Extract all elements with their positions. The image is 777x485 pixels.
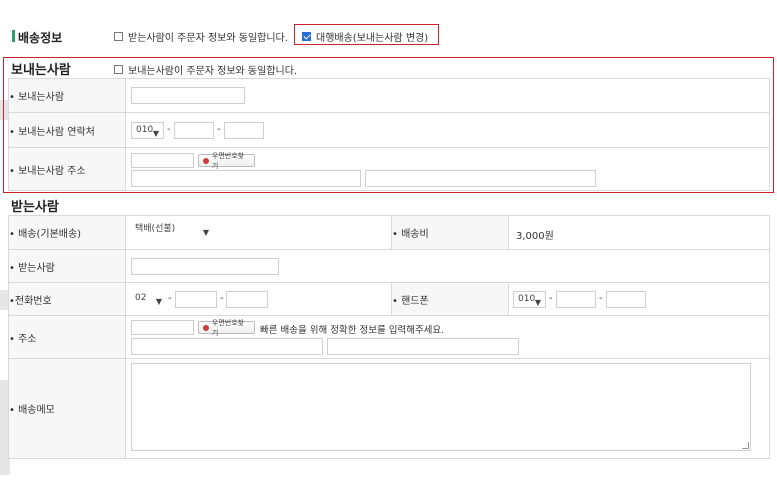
sender-zip-button-label: 우편번호찾기: [211, 151, 245, 170]
receiver-zip-button-label: 우편번호찾기: [211, 318, 245, 337]
dash: -: [168, 293, 172, 304]
delivery-title: 배송정보: [18, 31, 63, 45]
chevron-down-icon: ▼: [152, 129, 159, 138]
table-row: • 배송(기본배송) 택배(선불) ▼ • 배송비 3,000원: [8, 215, 770, 250]
shipping-fee-cell: 3,000원: [508, 215, 770, 250]
sender-phone-last-input[interactable]: [224, 122, 264, 139]
memo-cell: [125, 358, 770, 459]
sender-phone-prefix-select[interactable]: 010 ▼: [131, 122, 164, 139]
address-hint: 빠른 배송을 위해 정확한 정보를 입력해주세요.: [260, 325, 445, 336]
shipping-fee-value: 3,000원: [516, 231, 554, 242]
address-cell: 우편번호찾기 빠른 배송을 위해 정확한 정보를 입력해주세요.: [125, 315, 770, 359]
receiver-zip-input[interactable]: [131, 320, 194, 335]
sender-address-label: • 보내는사람 주소: [8, 147, 126, 191]
receiver-address-detail-input[interactable]: [327, 338, 519, 355]
sender-same-label: 보내는사람이 주문자 정보와 동일합니다.: [128, 66, 298, 77]
sender-zip-button[interactable]: 우편번호찾기: [198, 152, 255, 170]
section-marker: [12, 30, 15, 42]
sender-phone-prefix-value: 010: [136, 125, 154, 135]
mobile-mid-input[interactable]: [556, 291, 596, 308]
dash: -: [220, 293, 224, 304]
sender-title-text: 보내는사람: [11, 63, 71, 78]
resize-grip-icon[interactable]: [742, 442, 749, 449]
chevron-down-icon: ▼: [202, 228, 209, 237]
table-row: • 보내는사람 주소 우편번호찾기: [8, 147, 770, 191]
shipping-method-select[interactable]: 택배(선불) ▼: [131, 222, 213, 239]
table-row: • 받는사람: [8, 249, 770, 283]
proxy-delivery-checkbox[interactable]: 대행배송(보내는사람 변경): [302, 29, 428, 44]
mobile-last-input[interactable]: [606, 291, 646, 308]
tel-last-input[interactable]: [226, 291, 268, 308]
receiver-table: • 배송(기본배송) 택배(선불) ▼ • 배송비 3,000원 • 받는사람 …: [8, 215, 770, 459]
receiver-name-cell: [125, 249, 770, 283]
tel-cell: 02 ▼ - -: [125, 282, 392, 316]
receiver-name-label: • 받는사람: [8, 249, 126, 283]
mobile-cell: 010 ▼ - -: [508, 282, 770, 316]
tel-prefix-value: 02: [135, 293, 147, 303]
mobile-prefix-value: 010: [518, 294, 536, 304]
memo-label: • 배송메모: [8, 358, 126, 459]
sender-name-label: • 보내는사람: [8, 78, 126, 113]
receiver-title: 받는사람: [11, 196, 59, 217]
sender-zip-input[interactable]: [131, 153, 194, 168]
mobile-prefix-select[interactable]: 010 ▼: [513, 291, 546, 308]
tel-prefix-select[interactable]: 02 ▼: [131, 291, 166, 308]
receiver-title-text: 받는사람: [11, 200, 59, 215]
sender-phone-mid-input[interactable]: [174, 122, 214, 139]
mobile-label: • 핸드폰: [391, 282, 509, 316]
same-as-orderer-label: 받는사람이 주문자 정보와 동일합니다.: [128, 33, 288, 44]
dash: -: [217, 124, 221, 135]
tel-mid-input[interactable]: [175, 291, 217, 308]
receiver-name-input[interactable]: [131, 258, 279, 275]
chevron-down-icon: ▼: [155, 297, 162, 306]
sender-phone-label: • 보내는사람 연락처: [8, 112, 126, 148]
table-row: • 주소 우편번호찾기 빠른 배송을 위해 정확한 정보를 입력해주세요.: [8, 315, 770, 359]
shipping-method-value: 택배(선불): [135, 224, 176, 234]
receiver-zip-button[interactable]: 우편번호찾기: [198, 319, 255, 337]
sender-name-cell: [125, 78, 770, 113]
tel-label: •전화번호: [8, 282, 126, 316]
sender-same-checkbox[interactable]: 보내는사람이 주문자 정보와 동일합니다.: [114, 62, 297, 77]
shipping-method-cell: 택배(선불) ▼: [125, 215, 392, 250]
same-as-orderer-checkbox[interactable]: 받는사람이 주문자 정보와 동일합니다.: [114, 29, 288, 44]
address-label: • 주소: [8, 315, 126, 359]
sender-table: • 보내는사람 • 보내는사람 연락처 010 ▼ - - • 보내는사람 주소…: [8, 78, 770, 191]
location-dot-icon: [203, 324, 209, 331]
dash: -: [599, 293, 603, 304]
proxy-delivery-label: 대행배송(보내는사람 변경): [316, 33, 429, 44]
dash: -: [549, 293, 553, 304]
sender-address-detail-input[interactable]: [365, 170, 596, 187]
sender-address-cell: 우편번호찾기: [125, 147, 770, 191]
location-dot-icon: [203, 157, 209, 164]
checkbox-icon[interactable]: [114, 32, 123, 41]
checkbox-icon[interactable]: [114, 65, 123, 74]
sender-address-input[interactable]: [131, 170, 361, 187]
sender-title: 보내는사람: [11, 59, 71, 80]
checked-checkbox-icon[interactable]: [302, 32, 311, 41]
shipping-fee-label: • 배송비: [391, 215, 509, 250]
table-row: • 보내는사람 연락처 010 ▼ - -: [8, 112, 770, 148]
delivery-memo-textarea[interactable]: [131, 363, 751, 451]
table-row: • 배송메모: [8, 358, 770, 459]
chevron-down-icon: ▼: [534, 298, 541, 307]
table-row: • 보내는사람: [8, 78, 770, 113]
sender-phone-cell: 010 ▼ - -: [125, 112, 770, 148]
table-row: •전화번호 02 ▼ - - • 핸드폰 010 ▼ - -: [8, 282, 770, 316]
sender-name-input[interactable]: [131, 87, 245, 104]
dash: -: [167, 124, 171, 135]
shipping-method-label: • 배송(기본배송): [8, 215, 126, 250]
receiver-address-input[interactable]: [131, 338, 323, 355]
